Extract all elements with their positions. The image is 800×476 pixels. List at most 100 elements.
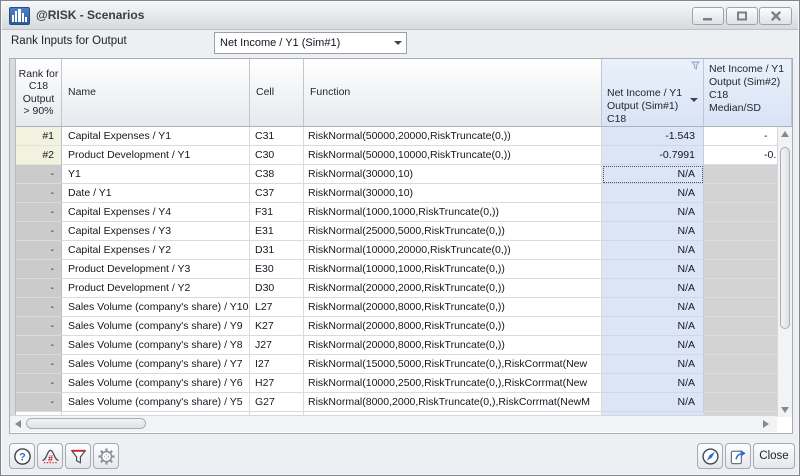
sim1-value-cell[interactable]: N/A (602, 260, 704, 279)
table-row[interactable]: - Sales Volume (company's share) / Y5 G2… (16, 393, 792, 412)
name-cell[interactable]: Product Development / Y3 (62, 260, 250, 279)
cell-ref-cell[interactable]: L27 (250, 298, 304, 317)
name-cell[interactable]: Capital Expenses / Y3 (62, 222, 250, 241)
cell-ref-cell[interactable]: I27 (250, 355, 304, 374)
function-cell[interactable]: RiskNormal(20000,8000,RiskTruncate(0,)) (304, 317, 602, 336)
vertical-scrollbar[interactable] (777, 127, 792, 417)
sim1-value-cell[interactable]: N/A (602, 165, 704, 184)
cell-ref-cell[interactable]: J27 (250, 336, 304, 355)
table-row[interactable]: - Sales Volume (company's share) / Y9 K2… (16, 317, 792, 336)
header-sim1-output[interactable]: Net Income / Y1 Output (Sim#1) C18 Media… (602, 59, 704, 127)
cell-ref-cell[interactable]: G27 (250, 393, 304, 412)
rank-cell[interactable]: - (16, 355, 62, 374)
sim1-value-cell[interactable]: N/A (602, 222, 704, 241)
filter-button[interactable] (65, 443, 91, 469)
export-button[interactable] (725, 443, 751, 469)
rank-cell[interactable]: #2 (16, 146, 62, 165)
horizontal-scrollbar[interactable] (10, 415, 777, 432)
name-cell[interactable]: Sales Volume (company's share) / Y6 (62, 374, 250, 393)
name-cell[interactable]: Capital Expenses / Y1 (62, 127, 250, 146)
filter-funnel-icon[interactable] (691, 61, 700, 70)
cell-ref-cell[interactable]: F31 (250, 203, 304, 222)
function-cell[interactable]: RiskNormal(20000,8000,RiskTruncate(0,)) (304, 336, 602, 355)
table-row[interactable]: #1 Capital Expenses / Y1 C31 RiskNormal(… (16, 127, 792, 146)
close-window-button[interactable] (759, 7, 792, 25)
header-rank[interactable]: Rank for C18 Output > 90% (16, 59, 62, 127)
settings-button[interactable] (93, 443, 119, 469)
cell-ref-cell[interactable]: E30 (250, 260, 304, 279)
table-row[interactable]: - Capital Expenses / Y2 D31 RiskNormal(1… (16, 241, 792, 260)
rank-cell[interactable]: - (16, 336, 62, 355)
rank-cell[interactable]: - (16, 203, 62, 222)
cell-ref-cell[interactable]: C38 (250, 165, 304, 184)
scroll-up-icon[interactable] (781, 131, 789, 137)
name-cell[interactable]: Product Development / Y2 (62, 279, 250, 298)
function-cell[interactable]: RiskNormal(20000,8000,RiskTruncate(0,)) (304, 298, 602, 317)
table-row[interactable]: - Product Development / Y3 E30 RiskNorma… (16, 260, 792, 279)
scenario-settings-button[interactable]: # (37, 443, 63, 469)
rank-cell[interactable]: - (16, 260, 62, 279)
sim1-value-cell[interactable]: -1.543 (602, 127, 704, 146)
rank-cell[interactable]: #1 (16, 127, 62, 146)
rank-cell[interactable]: - (16, 279, 62, 298)
sim1-value-cell[interactable]: N/A (602, 279, 704, 298)
sim1-value-cell[interactable]: N/A (602, 203, 704, 222)
scroll-right-icon[interactable] (763, 420, 769, 428)
sim1-value-cell[interactable]: -0.7991 (602, 146, 704, 165)
name-cell[interactable]: Sales Volume (company's share) / Y8 (62, 336, 250, 355)
header-name[interactable]: Name (62, 59, 250, 127)
function-cell[interactable]: RiskNormal(15000,5000,RiskTruncate(0,),R… (304, 355, 602, 374)
horizontal-scroll-thumb[interactable] (26, 418, 146, 429)
function-cell[interactable]: RiskNormal(50000,10000,RiskTruncate(0,)) (304, 146, 602, 165)
minimize-button[interactable] (692, 7, 724, 25)
function-cell[interactable]: RiskNormal(8000,2000,RiskTruncate(0,),Ri… (304, 393, 602, 412)
sim1-value-cell[interactable]: N/A (602, 184, 704, 203)
sim1-value-cell[interactable]: N/A (602, 241, 704, 260)
function-cell[interactable]: RiskNormal(1000,1000,RiskTruncate(0,)) (304, 203, 602, 222)
cell-ref-cell[interactable]: H27 (250, 374, 304, 393)
table-row[interactable]: - Sales Volume (company's share) / Y10 L… (16, 298, 792, 317)
sim1-value-cell[interactable]: N/A (602, 298, 704, 317)
vertical-scroll-thumb[interactable] (780, 147, 790, 329)
name-cell[interactable]: Capital Expenses / Y2 (62, 241, 250, 260)
scroll-left-icon[interactable] (15, 420, 21, 428)
rank-cell[interactable]: - (16, 241, 62, 260)
rank-cell[interactable]: - (16, 184, 62, 203)
maximize-button[interactable] (726, 7, 758, 25)
table-row[interactable]: #2 Product Development / Y1 C30 RiskNorm… (16, 146, 792, 165)
name-cell[interactable]: Capital Expenses / Y4 (62, 203, 250, 222)
function-cell[interactable]: RiskNormal(25000,5000,RiskTruncate(0,)) (304, 222, 602, 241)
function-cell[interactable]: RiskNormal(30000,10) (304, 165, 602, 184)
sort-dropdown-icon[interactable] (690, 98, 698, 102)
table-row[interactable]: - Y1 C38 RiskNormal(30000,10) N/A (16, 165, 792, 184)
table-row[interactable]: - Sales Volume (company's share) / Y8 J2… (16, 336, 792, 355)
sim1-value-cell[interactable]: N/A (602, 355, 704, 374)
header-cell[interactable]: Cell (250, 59, 304, 127)
name-cell[interactable]: Sales Volume (company's share) / Y10 (62, 298, 250, 317)
name-cell[interactable]: Date / Y1 (62, 184, 250, 203)
cell-ref-cell[interactable]: C30 (250, 146, 304, 165)
name-cell[interactable]: Sales Volume (company's share) / Y9 (62, 317, 250, 336)
name-cell[interactable]: Sales Volume (company's share) / Y7 (62, 355, 250, 374)
help-button[interactable]: ? (9, 443, 35, 469)
rank-cell[interactable]: - (16, 222, 62, 241)
sim1-value-cell[interactable]: N/A (602, 393, 704, 412)
sim1-value-cell[interactable]: N/A (602, 317, 704, 336)
edit-report-button[interactable] (697, 443, 723, 469)
rank-cell[interactable]: - (16, 298, 62, 317)
close-button[interactable]: Close (753, 443, 795, 469)
rank-cell[interactable]: - (16, 374, 62, 393)
rank-cell[interactable]: - (16, 393, 62, 412)
sim1-value-cell[interactable]: N/A (602, 374, 704, 393)
function-cell[interactable]: RiskNormal(10000,2500,RiskTruncate(0,),R… (304, 374, 602, 393)
header-sim2-output[interactable]: Net Income / Y1 Output (Sim#2) C18 Media… (704, 59, 792, 127)
cell-ref-cell[interactable]: C37 (250, 184, 304, 203)
name-cell[interactable]: Product Development / Y1 (62, 146, 250, 165)
table-row[interactable]: - Date / Y1 C37 RiskNormal(30000,10) N/A (16, 184, 792, 203)
cell-ref-cell[interactable]: D31 (250, 241, 304, 260)
rank-cell[interactable]: - (16, 165, 62, 184)
scroll-down-icon[interactable] (781, 407, 789, 413)
sim1-value-cell[interactable]: N/A (602, 336, 704, 355)
table-row[interactable]: - Product Development / Y2 D30 RiskNorma… (16, 279, 792, 298)
function-cell[interactable]: RiskNormal(50000,20000,RiskTruncate(0,)) (304, 127, 602, 146)
